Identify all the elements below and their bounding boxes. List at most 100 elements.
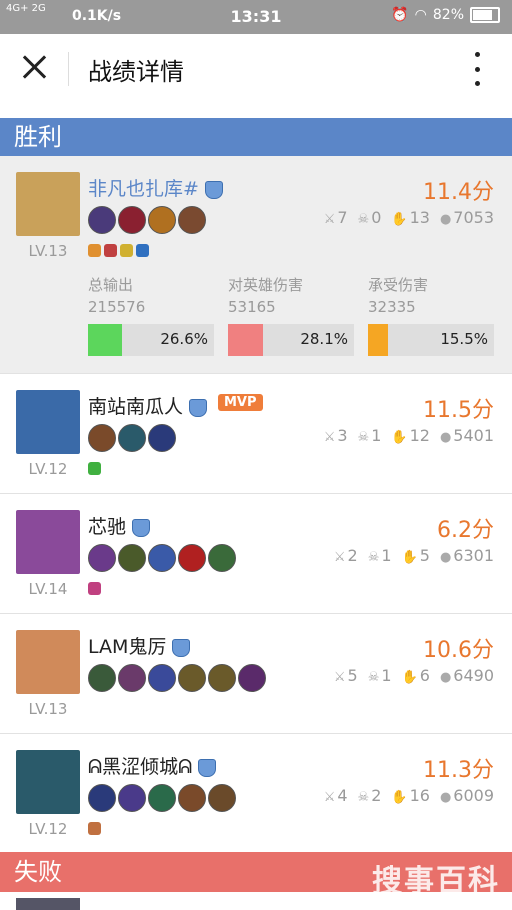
deaths: 2: [371, 786, 382, 805]
kills: 4: [337, 786, 348, 805]
player-name: 南站南瓜人: [88, 396, 184, 418]
avatar: [16, 750, 80, 814]
player-row[interactable]: LV.12 ᕱ黑涩倾城ᕱ 11.3分 ⚔ 4 ☠ 2 ✋ 16 ● 6009: [0, 734, 512, 852]
assists: 16: [409, 786, 430, 805]
player-row[interactable]: LV.13 非凡也扎库# 11.4分 ⚔ 7 ☠ 0 ✋ 13 ● 7053 总输出 2…: [0, 156, 512, 374]
deaths: 1: [381, 666, 392, 685]
battery-icon: [470, 7, 500, 23]
skull-icon: ☠: [357, 430, 370, 445]
kills: 5: [347, 666, 358, 685]
name-decoration: ᕱ: [88, 756, 103, 778]
stat-bar-hero-damage: 28.1%: [228, 324, 354, 356]
stat-hero-damage: 对英雄伤害 53165: [228, 276, 304, 316]
divider: [68, 52, 69, 86]
kda: ⚔ 4 ☠ 2 ✋ 16 ● 6009: [324, 786, 494, 805]
rank-shield-icon: [198, 758, 217, 777]
item-icon: [178, 206, 206, 234]
coin-icon: ●: [439, 790, 452, 805]
item-icon: [208, 544, 236, 572]
rank-shield-icon: [204, 180, 223, 199]
player-level: LV.14: [28, 580, 68, 598]
item-list: [88, 664, 266, 692]
buff-icon: [88, 822, 101, 835]
buff-icon: [88, 244, 101, 257]
hand-icon: ✋: [391, 430, 408, 445]
gold: 7053: [453, 208, 494, 227]
item-icon: [118, 424, 146, 452]
stat-bar-fill: [228, 324, 264, 356]
sword-icon: ⚔: [323, 790, 336, 805]
buff-list: [88, 244, 149, 257]
kda: ⚔ 3 ☠ 1 ✋ 12 ● 5401: [324, 426, 494, 445]
skull-icon: ☠: [357, 212, 370, 227]
item-icon: [178, 544, 206, 572]
player-name: LAM鬼厉: [88, 636, 167, 658]
item-icon: [118, 206, 146, 234]
close-icon[interactable]: [20, 52, 50, 82]
player-score: 11.3分: [423, 758, 494, 783]
stat-percent: 28.1%: [300, 330, 348, 348]
coin-icon: ●: [439, 670, 452, 685]
item-list: [88, 424, 176, 452]
avatar: [16, 390, 80, 454]
battery-percent: 82%: [432, 7, 464, 23]
page-title: 战绩详情: [88, 58, 184, 86]
item-icon: [88, 784, 116, 812]
player-name-wrap[interactable]: 芯驰: [88, 512, 151, 539]
player-row[interactable]: LV.13 LAM鬼厉 10.6分 ⚔ 5 ☠ 1 ✋ 6 ● 6490: [0, 614, 512, 734]
skull-icon: ☠: [367, 670, 380, 685]
player-row[interactable]: LV.14 芯驰 6.2分 ⚔ 2 ☠ 1 ✋ 5 ● 6301: [0, 494, 512, 614]
player-name-wrap[interactable]: 南站南瓜人: [88, 392, 208, 419]
kda: ⚔ 7 ☠ 0 ✋ 13 ● 7053: [324, 208, 494, 227]
player-score: 10.6分: [423, 638, 494, 663]
status-bar: 4G+ 2G 0.1K/s 13:31 ⏰ ◠ 82%: [0, 0, 512, 34]
buff-list: [88, 582, 101, 595]
item-icon: [178, 664, 206, 692]
more-vertical-icon[interactable]: [472, 52, 482, 86]
item-icon: [208, 664, 236, 692]
skull-icon: ☠: [357, 790, 370, 805]
gold: 6301: [453, 546, 494, 565]
buff-list: [88, 822, 101, 835]
item-icon: [148, 664, 176, 692]
item-icon: [148, 784, 176, 812]
item-icon: [208, 784, 236, 812]
buff-icon: [136, 244, 149, 257]
player-name-wrap[interactable]: ᕱ黑涩倾城ᕱ: [88, 752, 217, 779]
rank-shield-icon: [132, 518, 151, 537]
coin-icon: ●: [439, 212, 452, 227]
player-row[interactable]: LV.12 南站南瓜人 MVP 11.5分 ⚔ 3 ☠ 1 ✋ 12 ● 5401: [0, 374, 512, 494]
gold: 5401: [453, 426, 494, 445]
sword-icon: ⚔: [323, 212, 336, 227]
status-right: ⏰ ◠ 82%: [391, 7, 500, 23]
item-icon: [88, 544, 116, 572]
stat-percent: 15.5%: [440, 330, 488, 348]
player-name: 黑涩倾城: [102, 756, 179, 778]
sword-icon: ⚔: [333, 550, 346, 565]
player-name-wrap[interactable]: 非凡也扎库#: [88, 174, 223, 201]
hand-icon: ✋: [401, 550, 418, 565]
player-name-wrap[interactable]: LAM鬼厉: [88, 632, 191, 659]
deaths: 1: [371, 426, 382, 445]
buff-icon: [104, 244, 117, 257]
stat-bar-fill: [368, 324, 388, 356]
wifi-icon: ◠: [414, 7, 427, 23]
stat-total-output: 总输出 215576: [88, 276, 146, 316]
player-score: 6.2分: [437, 518, 494, 543]
alarm-icon: ⏰: [391, 7, 409, 23]
buff-icon: [88, 462, 101, 475]
stat-percent: 26.6%: [160, 330, 208, 348]
rank-shield-icon: [189, 398, 208, 417]
assists: 5: [419, 546, 430, 565]
player-name: 非凡也扎库#: [88, 178, 199, 200]
item-list: [88, 784, 236, 812]
item-icon: [148, 424, 176, 452]
stat-damage-taken: 承受伤害 32335: [368, 276, 429, 316]
gold: 6490: [453, 666, 494, 685]
item-list: [88, 544, 236, 572]
player-name: 芯驰: [88, 516, 127, 538]
kills: 2: [347, 546, 358, 565]
rank-shield-icon: [172, 638, 191, 657]
avatar: [16, 510, 80, 574]
item-icon: [88, 206, 116, 234]
